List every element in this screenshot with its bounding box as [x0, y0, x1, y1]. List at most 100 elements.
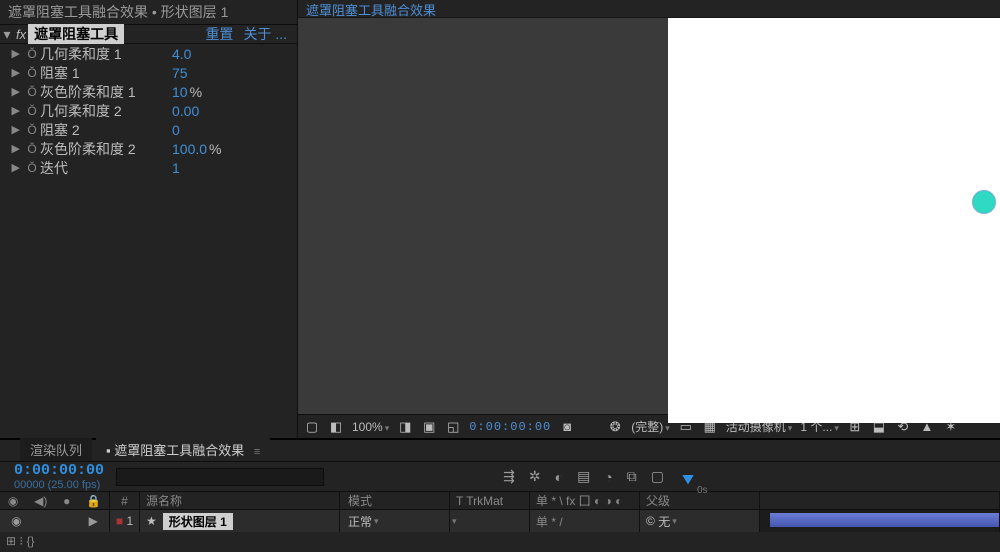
quality-dropdown[interactable]: (完整)▾	[631, 418, 670, 435]
ruler-tick: 0s	[697, 485, 708, 496]
toggle-icon[interactable]: ⊞ ⁝ {}	[6, 534, 35, 548]
trkmat-dropdown[interactable]: ▾	[450, 510, 530, 532]
param-row[interactable]: ▶ Ŏ 灰色阶柔和度 1 10 %	[0, 82, 297, 101]
param-value[interactable]: 75	[172, 65, 188, 81]
layer-switches[interactable]: 单 * /	[530, 510, 640, 532]
snapshot-icon[interactable]: ◙	[559, 419, 575, 435]
eye-icon[interactable]: ◉	[8, 494, 18, 508]
chevron-right-icon[interactable]: ▶	[0, 66, 24, 79]
zoom-dropdown[interactable]: 100%▾	[352, 420, 389, 434]
shape-small-circle[interactable]	[972, 190, 996, 214]
param-unit: %	[209, 141, 221, 157]
layer-search[interactable]	[110, 468, 342, 486]
layer-duration-bar[interactable]	[770, 513, 999, 527]
pickwhip-icon[interactable]: ©	[646, 514, 655, 528]
twirl-icon[interactable]: ▾	[0, 26, 14, 43]
timecode[interactable]: 0:00:00:00	[14, 462, 110, 479]
param-unit: %	[190, 84, 202, 100]
param-row[interactable]: ▶ Ŏ 阻塞 2 0	[0, 120, 297, 139]
param-value[interactable]: 10	[172, 84, 188, 100]
timecode-display[interactable]: 0:00:00:00	[469, 420, 551, 434]
magnify-icon[interactable]: ▢	[304, 419, 320, 435]
chevron-right-icon[interactable]: ▶	[0, 47, 24, 60]
tab-render-queue[interactable]: 渲染队列	[20, 438, 92, 461]
tree-icon[interactable]: ⇶	[503, 468, 515, 485]
chevron-right-icon[interactable]: ▶	[0, 161, 24, 174]
param-name: 几何柔和度 1	[40, 44, 172, 64]
col-index[interactable]: #	[110, 492, 140, 509]
stopwatch-icon[interactable]: Ŏ	[24, 161, 40, 175]
param-value[interactable]: 0.00	[172, 103, 199, 119]
layer-bar-area[interactable]	[760, 510, 1000, 532]
param-value[interactable]: 1	[172, 160, 180, 176]
reset-link[interactable]: 重置	[205, 24, 233, 44]
chevron-right-icon[interactable]: ▶	[0, 85, 24, 98]
timeline-icon-row: ⇶ ✲ ◐ ▤ ◔ ⧉ ▢	[342, 468, 672, 485]
layer-index: 1	[126, 514, 133, 528]
param-value[interactable]: 4.0	[172, 46, 191, 62]
chevron-right-icon[interactable]: ▶	[0, 104, 24, 117]
grid-icon[interactable]: ◧	[328, 419, 344, 435]
layer-row[interactable]: ◉ ▶ ■ 1 ★ 形状图层 1 正常▾ ▾ 单 * / © 无▾	[0, 510, 1000, 532]
param-row[interactable]: ▶ Ŏ 阻塞 1 75	[0, 63, 297, 82]
param-name: 迭代	[40, 158, 172, 178]
lock-icon[interactable]: 🔒	[86, 494, 101, 508]
col-switches[interactable]: 单 * \ fx 囗 ◐ ◑ ◐	[530, 492, 640, 509]
param-row[interactable]: ▶ Ŏ 几何柔和度 2 0.00	[0, 101, 297, 120]
stopwatch-icon[interactable]: Ŏ	[24, 85, 40, 99]
chevron-right-icon[interactable]: ▶	[89, 514, 98, 528]
fx-row[interactable]: ▾ fx 遮罩阻塞工具 重置 关于 ...	[0, 25, 297, 44]
effect-name[interactable]: 遮罩阻塞工具	[28, 24, 124, 44]
param-row[interactable]: ▶ Ŏ 几何柔和度 1 4.0	[0, 44, 297, 63]
col-mode[interactable]: 模式	[340, 492, 450, 509]
stopwatch-icon[interactable]: Ŏ	[24, 123, 40, 137]
current-time[interactable]: 0:00:00:00 00000 (25.00 fps)	[0, 462, 110, 491]
param-name: 灰色阶柔和度 2	[40, 139, 172, 159]
param-name: 灰色阶柔和度 1	[40, 82, 172, 102]
res-half-icon[interactable]: ◨	[397, 419, 413, 435]
tab-composition[interactable]: ▪ 遮罩阻塞工具融合效果 ≡	[96, 438, 270, 461]
close-icon[interactable]: ≡	[254, 446, 260, 458]
layer-color-icon[interactable]: ■	[116, 514, 123, 528]
parent-dropdown[interactable]: © 无▾	[640, 510, 760, 532]
eye-icon[interactable]: ◉	[11, 514, 21, 528]
motion-blur-icon[interactable]: ◔	[604, 469, 612, 485]
chevron-right-icon[interactable]: ▶	[0, 142, 24, 155]
graph-icon[interactable]: ⧉	[627, 468, 637, 485]
res-full-icon[interactable]: ▣	[421, 419, 437, 435]
col-trkmat[interactable]: T TrkMat	[450, 492, 530, 509]
speaker-icon[interactable]: ◀)	[34, 494, 47, 508]
stopwatch-icon[interactable]: Ŏ	[24, 66, 40, 80]
search-input[interactable]	[116, 468, 324, 486]
col-source-name[interactable]: 源名称	[140, 492, 340, 509]
layer-columns-header: ◉ ◀) ● 🔒 # 源名称 模式 T TrkMat 单 * \ fx 囗 ◐ …	[0, 492, 1000, 510]
frame-blend-icon[interactable]: ▤	[577, 468, 590, 485]
viewer-tab[interactable]: 遮罩阻塞工具融合效果	[298, 0, 1000, 18]
comp-flowchart-icon[interactable]: ✲	[529, 468, 541, 485]
about-link[interactable]: 关于 ...	[243, 24, 287, 44]
color-icon[interactable]: ❂	[607, 419, 623, 435]
param-value[interactable]: 0	[172, 122, 180, 138]
viewer-area[interactable]	[298, 18, 1000, 414]
param-row[interactable]: ▶ Ŏ 迭代 1	[0, 158, 297, 177]
param-name: 几何柔和度 2	[40, 101, 172, 121]
layer-name-chip[interactable]: 形状图层 1	[163, 513, 233, 530]
mask-icon[interactable]: ◱	[445, 419, 461, 435]
solo-icon[interactable]: ●	[63, 494, 70, 508]
stopwatch-icon[interactable]: Ŏ	[24, 47, 40, 61]
param-row[interactable]: ▶ Ŏ 灰色阶柔和度 2 100.0 %	[0, 139, 297, 158]
effect-controls-panel: 遮罩阻塞工具融合效果 • 形状图层 1 ▾ fx 遮罩阻塞工具 重置 关于 ..…	[0, 0, 298, 438]
stopwatch-icon[interactable]: Ŏ	[24, 104, 40, 118]
timeline-panel: 渲染队列 ▪ 遮罩阻塞工具融合效果 ≡ 0:00:00:00 00000 (25…	[0, 438, 1000, 552]
star-icon: ★	[146, 514, 157, 528]
chevron-right-icon[interactable]: ▶	[0, 123, 24, 136]
stopwatch-icon[interactable]: Ŏ	[24, 142, 40, 156]
composition-canvas[interactable]	[668, 18, 1000, 423]
frame-info: 00000 (25.00 fps)	[14, 479, 110, 491]
effect-controls-tab[interactable]: 遮罩阻塞工具融合效果 • 形状图层 1	[0, 0, 297, 25]
param-name: 阻塞 1	[40, 63, 172, 83]
param-value[interactable]: 100.0	[172, 141, 207, 157]
shy-icon[interactable]: ◐	[555, 469, 563, 485]
blend-mode-dropdown[interactable]: 正常▾	[340, 510, 450, 532]
toggle-switches-icon[interactable]: ▢	[651, 468, 664, 485]
